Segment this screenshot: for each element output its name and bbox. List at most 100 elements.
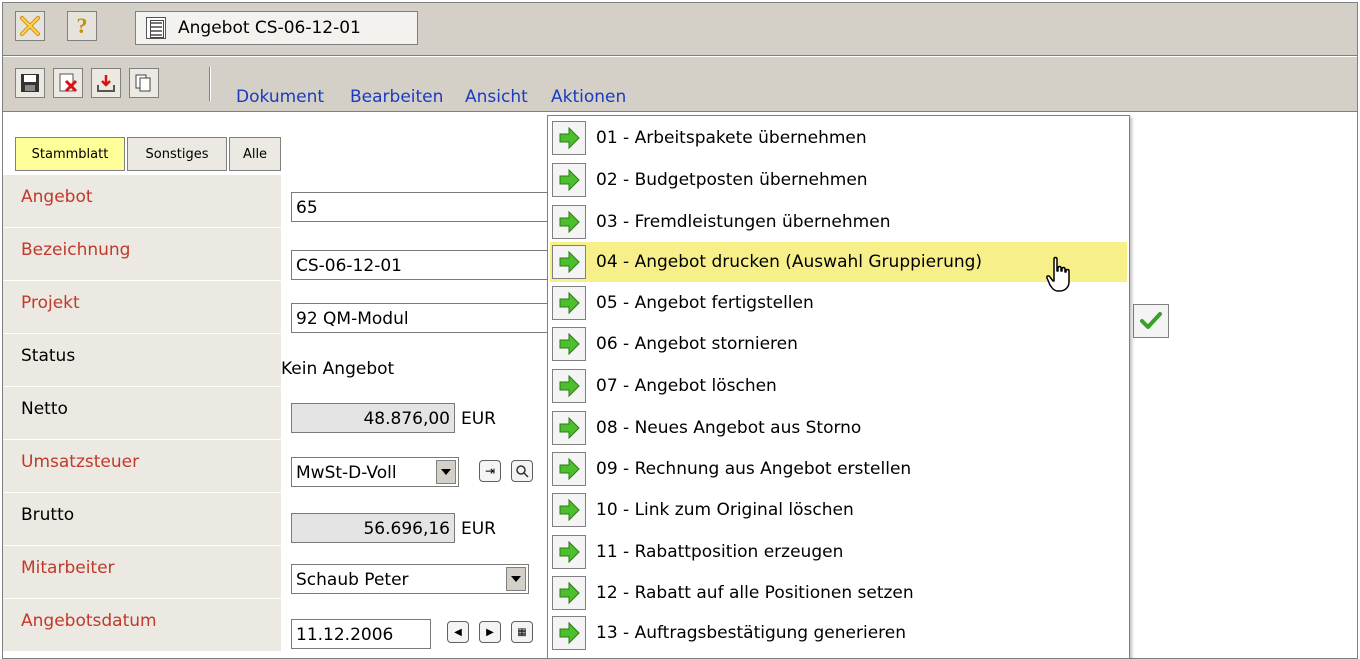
close-icon [20,16,40,36]
projekt-field[interactable]: 92 QM-Modul [291,303,561,333]
chevron-down-icon[interactable] [436,460,456,484]
document-tab[interactable]: Angebot CS-06-12-01 [135,11,418,45]
chevron-down-icon[interactable] [506,567,526,591]
floppy-disk-icon [21,74,39,92]
copy-pages-icon [135,74,151,92]
green-arrow-icon [552,616,586,650]
menu-item-label: 07 - Angebot löschen [596,376,777,396]
actions-dropdown-menu: 01 - Arbeitspakete übernehmen 02 - Budge… [547,115,1130,659]
bezeichnung-field[interactable]: CS-06-12-01 [291,250,561,280]
menu-item-angebot-drucken[interactable]: 04 - Angebot drucken (Auswahl Gruppierun… [550,242,1127,282]
menu-item-budgetposten[interactable]: 02 - Budgetposten übernehmen [550,160,1127,200]
mitarbeiter-value: Schaub Peter [296,570,409,590]
menu-item-rabattposition[interactable]: 11 - Rabattposition erzeugen [550,532,1127,572]
document-icon [146,17,166,39]
menu-item-angebot-loeschen[interactable]: 07 - Angebot löschen [550,366,1127,406]
menu-item-label: 03 - Fremdleistungen übernehmen [596,212,891,232]
menu-item-fremdleistungen[interactable]: 03 - Fremdleistungen übernehmen [550,202,1127,242]
angebotsdatum-label: Angebotsdatum [3,599,281,652]
mitarbeiter-select[interactable]: Schaub Peter [291,564,529,594]
brutto-unit: EUR [461,519,496,539]
delete-document-button[interactable] [53,68,83,98]
menu-bearbeiten[interactable]: Bearbeiten [350,87,443,107]
menu-item-rabatt-alle[interactable]: 12 - Rabatt auf alle Positionen setzen [550,573,1127,613]
menu-item-label: 02 - Budgetposten übernehmen [596,170,868,190]
green-arrow-icon [552,535,586,569]
confirm-button[interactable] [1133,304,1169,338]
menu-item-rechnung-erstellen[interactable]: 09 - Rechnung aus Angebot erstellen [550,449,1127,489]
date-prev-button[interactable]: ◀ [447,621,469,643]
umsatzsteuer-select[interactable]: MwSt-D-Voll [291,457,459,487]
green-arrow-icon [552,369,586,403]
title-bar: ? Angebot CS-06-12-01 [3,3,1357,56]
menu-item-arbeitspakete[interactable]: 01 - Arbeitspakete übernehmen [550,118,1127,158]
menu-item-label: 04 - Angebot drucken (Auswahl Gruppierun… [596,252,983,272]
hand-pointer-cursor-icon [1046,256,1070,292]
menu-item-label: 01 - Arbeitspakete übernehmen [596,128,867,148]
netto-field: 48.876,00 [291,403,455,433]
mitarbeiter-label: Mitarbeiter [3,546,281,599]
tab-sonstiges[interactable]: Sonstiges [127,137,227,171]
green-arrow-icon [552,286,586,320]
checkmark-icon [1140,312,1162,329]
umsatzsteuer-value: MwSt-D-Voll [296,463,397,483]
umsatzsteuer-label: Umsatzsteuer [3,440,281,493]
green-arrow-icon [552,245,586,279]
menu-item-link-loeschen[interactable]: 10 - Link zum Original löschen [550,490,1127,530]
save-button[interactable] [15,68,45,98]
goto-icon: ⇥ [484,464,496,478]
app-window: ? Angebot CS-06-12-01 Dokument Bearbeite… [2,2,1358,659]
import-tray-icon [97,75,115,92]
menu-aktionen[interactable]: Aktionen [551,87,626,107]
calendar-icon: ▦ [517,626,527,638]
menu-item-label: 06 - Angebot stornieren [596,334,798,354]
document-tab-title: Angebot CS-06-12-01 [178,18,361,38]
green-arrow-icon [552,493,586,527]
menu-item-auftragsbestaetigung[interactable]: 13 - Auftragsbestätigung generieren [550,613,1127,653]
angebot-field[interactable]: 65 [291,192,561,222]
chevron-left-icon: ◀ [454,626,462,638]
tab-alle[interactable]: Alle [229,137,281,171]
green-arrow-icon [552,327,586,361]
menu-item-label: 10 - Link zum Original löschen [596,500,854,520]
menu-ansicht[interactable]: Ansicht [465,87,528,107]
tab-stammblatt[interactable]: Stammblatt [15,137,125,171]
question-mark-icon: ? [76,13,88,38]
green-arrow-icon [552,205,586,239]
brutto-field: 56.696,16 [291,513,455,543]
green-arrow-icon [552,576,586,610]
close-button[interactable] [15,11,45,41]
bezeichnung-label: Bezeichnung [3,228,281,281]
green-arrow-icon [552,121,586,155]
netto-unit: EUR [461,409,496,429]
calendar-button[interactable]: ▦ [511,621,533,643]
status-label: Status [3,334,281,387]
date-next-button[interactable]: ▶ [479,621,501,643]
menu-item-angebot-fertigstellen[interactable]: 05 - Angebot fertigstellen [550,283,1127,323]
green-arrow-icon [552,411,586,445]
menu-item-neues-angebot-storno[interactable]: 08 - Neues Angebot aus Storno [550,408,1127,448]
green-arrow-icon [552,163,586,197]
status-value: Kein Angebot [281,359,395,379]
toolbar: Dokument Bearbeiten Ansicht Aktionen [3,57,1357,112]
delete-document-icon [59,73,78,93]
search-icon [516,465,529,478]
toolbar-separator [209,67,211,101]
umsatzsteuer-goto-button[interactable]: ⇥ [479,460,501,482]
menu-item-label: 11 - Rabattposition erzeugen [596,542,844,562]
menu-item-angebot-stornieren[interactable]: 06 - Angebot stornieren [550,324,1127,364]
angebot-label: Angebot [3,175,281,228]
menu-dokument[interactable]: Dokument [236,87,324,107]
copy-button[interactable] [129,68,159,98]
green-arrow-icon [552,452,586,486]
umsatzsteuer-search-button[interactable] [511,460,533,482]
import-button[interactable] [91,68,121,98]
menu-item-label: 05 - Angebot fertigstellen [596,293,814,313]
menu-item-label: 09 - Rechnung aus Angebot erstellen [596,459,912,479]
menu-item-label: 08 - Neues Angebot aus Storno [596,418,862,438]
angebotsdatum-field[interactable]: 11.12.2006 [291,619,431,649]
help-button[interactable]: ? [67,11,97,41]
brutto-label: Brutto [3,493,281,546]
menu-item-label: 13 - Auftragsbestätigung generieren [596,623,907,643]
projekt-label: Projekt [3,281,281,334]
